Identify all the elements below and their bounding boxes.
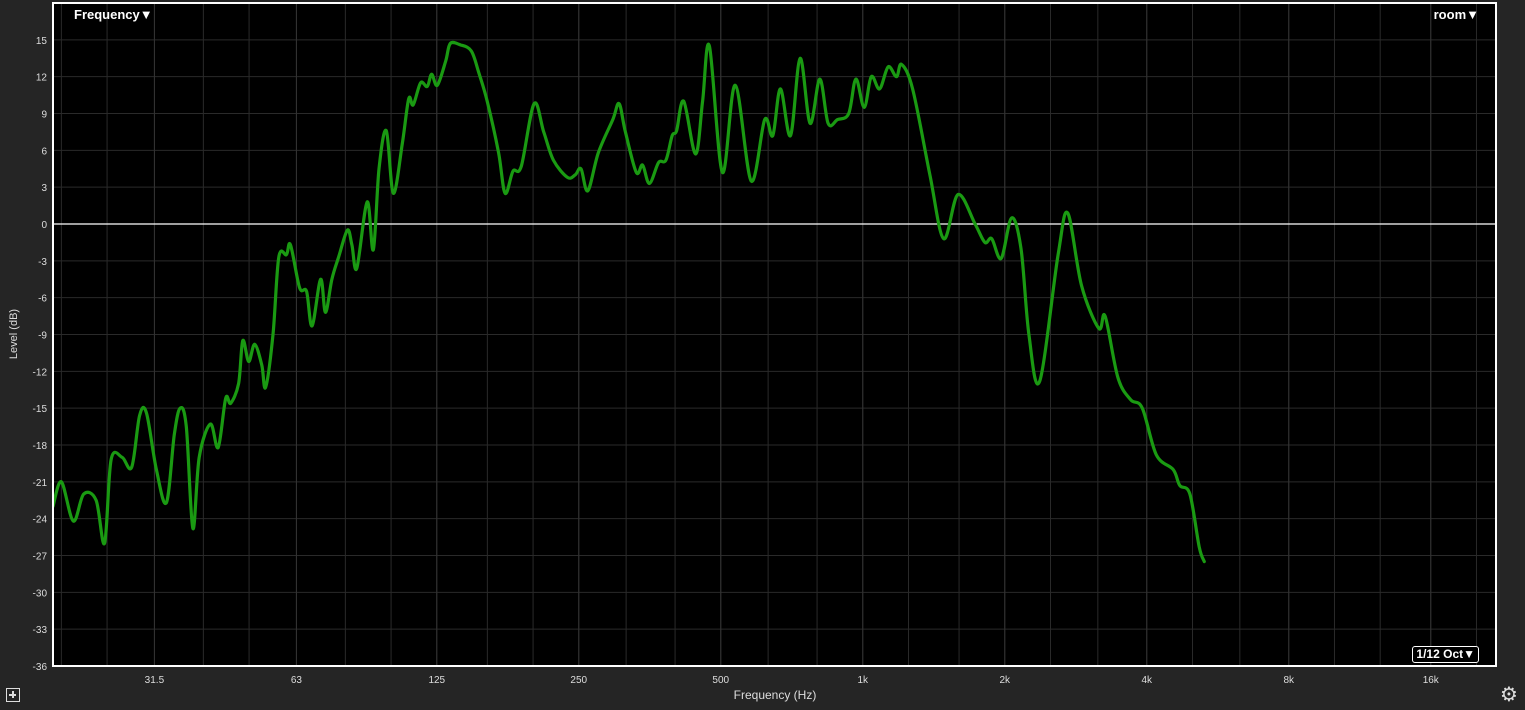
x-tick-label: 500	[712, 675, 729, 686]
x-tick-label: 1k	[857, 675, 869, 686]
frequency-response-chart[interactable]: 15129630-3-6-9-12-15-18-21-24-27-30-33-3…	[0, 0, 1525, 710]
x-tick-label: 250	[570, 675, 587, 686]
y-tick-label: -27	[33, 552, 48, 563]
y-tick-label: 15	[36, 36, 48, 47]
frequency-menu[interactable]: Frequency▼	[74, 7, 153, 22]
y-tick-label: -30	[33, 588, 48, 599]
y-tick-label: 6	[41, 146, 47, 157]
x-tick-label: 2k	[999, 675, 1011, 686]
y-tick-label: 9	[41, 110, 47, 121]
y-tick-label: -33	[33, 625, 48, 636]
y-tick-label: -15	[33, 404, 48, 415]
trace-selector[interactable]: room▼	[1434, 7, 1479, 22]
x-tick-label: 4k	[1141, 675, 1153, 686]
x-tick-label: 125	[428, 675, 445, 686]
y-tick-label: 12	[36, 73, 48, 84]
y-tick-label: -3	[38, 257, 47, 268]
y-tick-label: -18	[33, 441, 48, 452]
x-tick-label: 63	[291, 675, 303, 686]
gear-icon[interactable]: ⚙	[1500, 684, 1518, 704]
y-tick-label: -24	[33, 515, 48, 526]
smoothing-selector[interactable]: 1/12 Oct▼	[1412, 646, 1479, 663]
x-tick-label: 8k	[1283, 675, 1295, 686]
y-tick-label: -6	[38, 294, 47, 305]
y-tick-label: 3	[41, 183, 47, 194]
y-tick-label: -12	[33, 367, 48, 378]
y-tick-label: -21	[33, 478, 48, 489]
x-tick-label: 16k	[1423, 675, 1440, 686]
x-tick-label: 31.5	[145, 675, 165, 686]
x-axis-label: Frequency (Hz)	[734, 688, 817, 702]
y-axis-label: Level (dB)	[8, 309, 20, 359]
y-tick-label: 0	[41, 220, 47, 231]
y-tick-label: -9	[38, 331, 47, 342]
y-tick-labels: 15 12 9 6 3 0 -3 -6 -9 -12 -15 -18 -21 -24 -27 -30 -33 -3…	[33, 36, 48, 673]
y-tick-label: -36	[33, 662, 48, 673]
x-tick-labels: 31.5 63 125 250 500 1k 2k 4k 8k 16k	[145, 675, 1440, 686]
add-icon[interactable]	[6, 688, 20, 702]
